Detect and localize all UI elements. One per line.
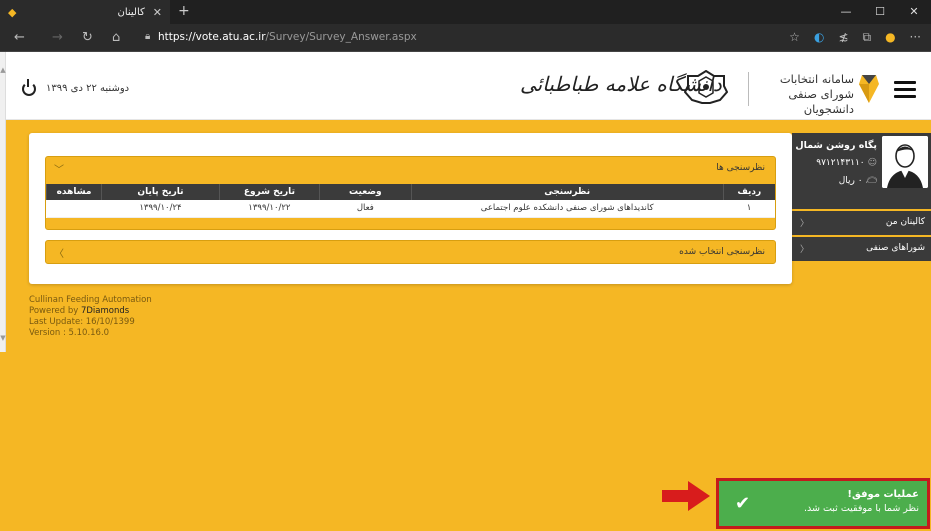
browser-toolbar: ☆ ◐ ≴ ⧉ ● ··· [789, 30, 921, 45]
favorites-icon[interactable]: ≴ [838, 30, 848, 45]
surveys-section: نظرسنجی ها ﹀ ردیف نظرسنجی وضعیت تاریخ شر… [45, 156, 776, 230]
sidebar-item-my-cullinan[interactable]: کالینان من 〈 [792, 211, 931, 235]
browser-tab-bar: ◆ کالینان ✕ + — ☐ ✕ [0, 0, 931, 24]
profile-name: پگاه روشن شمال [795, 140, 877, 151]
forward-icon[interactable]: → [52, 30, 63, 45]
university-logo-icon [684, 70, 728, 104]
system-title: سامانه انتخابات شورای صنفی دانشجویان [752, 72, 854, 117]
app-name: Cullinan Feeding Automation [29, 295, 152, 305]
collections-icon[interactable]: ⧉ [862, 30, 871, 45]
scroll-up-icon[interactable]: ▲ [0, 66, 6, 74]
star-icon[interactable]: ☆ [789, 30, 800, 45]
col-header-view: مشاهده [46, 184, 102, 200]
scroll-down-icon[interactable]: ▼ [0, 334, 6, 342]
extension-icon[interactable]: ◐ [814, 30, 824, 45]
col-header-status: وضعیت [318, 184, 412, 200]
app-version: Version : 5.10.16.0 [29, 328, 110, 338]
user-id-icon: ☺ [867, 158, 877, 168]
powered-by-prefix: Powered by [29, 306, 81, 316]
content-panel: نظرسنجی ها ﹀ ردیف نظرسنجی وضعیت تاریخ شر… [29, 133, 792, 284]
menu-hamburger-icon[interactable] [894, 81, 916, 102]
header-date: دوشنبه ۲۲ دی ۱۳۹۹ [46, 83, 130, 94]
powered-by-brand[interactable]: 7Diamonds [81, 306, 129, 316]
success-toast[interactable]: ✔ عملیات موفق! نظر شما با موفقیت ثبت شد. [716, 478, 930, 529]
user-profile-card: پگاه روشن شمال ☺۹۷۱۲۱۴۳۱۱۰ 👝︎۰ ریال [792, 133, 931, 209]
selected-survey-section[interactable]: نظرسنجی انتخاب شده 〈 [45, 240, 776, 264]
new-tab-icon[interactable]: + [178, 3, 190, 19]
last-update: Last Update: 16/10/1399 [29, 317, 135, 327]
chevron-left-icon: 〈 [800, 219, 810, 229]
site-favicon-icon: ◆ [8, 5, 17, 19]
lock-icon[interactable]: 🔒︎ [145, 31, 150, 42]
profile-code-value: ۹۷۱۲۱۴۳۱۱۰ [816, 158, 865, 168]
tab-title: کالینان [117, 6, 145, 18]
page-scrollbar[interactable] [0, 52, 6, 352]
avatar [882, 136, 928, 188]
wallet-icon: 👝︎ [865, 176, 877, 186]
col-header-end: تاریخ پایان [101, 184, 220, 200]
app-info: Cullinan Feeding Automation Powered by 7… [29, 295, 152, 339]
profile-code: ☺۹۷۱۲۱۴۳۱۱۰ [816, 158, 877, 168]
minimize-icon[interactable]: — [829, 0, 863, 24]
address-bar: ← → ↻ ⌂ 🔒︎ https://vote.atu.ac.ir/Survey… [0, 24, 931, 52]
profile-balance-value: ۰ ریال [838, 176, 863, 186]
url-host: https://vote.atu.ac.ir [158, 31, 266, 43]
check-icon: ✔ [735, 493, 751, 514]
home-icon[interactable]: ⌂ [112, 30, 120, 45]
system-title-line2: شورای صنفی دانشجویان [788, 87, 854, 116]
cell-start: ۱۳۹۹/۱۰/۲۲ [219, 200, 320, 218]
col-header-start: تاریخ شروع [218, 184, 320, 200]
cell-end: ۱۳۹۹/۱۰/۲۴ [101, 200, 220, 218]
close-window-icon[interactable]: ✕ [897, 0, 931, 24]
site-header: دوشنبه ۲۲ دی ۱۳۹۹ دانشگاه علامه طباطبائی… [0, 52, 931, 120]
table-header-row: ردیف نظرسنجی وضعیت تاریخ شروع تاریخ پایا… [46, 184, 775, 200]
tab-close-icon[interactable]: ✕ [153, 6, 162, 19]
col-header-row: ردیف [722, 184, 775, 200]
toast-message: نظر شما با موفقیت ثبت شد. [803, 503, 919, 514]
sidebar-item-label: کالینان من [885, 217, 925, 227]
chevron-left-icon: 〈 [800, 245, 810, 255]
sidebar-item-label: شوراهای صنفی [866, 243, 925, 253]
sidebar-item-councils[interactable]: شوراهای صنفی 〈 [792, 237, 931, 261]
table-row[interactable]: ۱ کاندیداهای شورای صنفی دانشکده علوم اجت… [46, 200, 775, 218]
cell-status: فعال [319, 200, 412, 218]
header-separator [748, 72, 749, 106]
browser-tab[interactable]: ◆ کالینان ✕ [0, 0, 170, 24]
profile-balance: 👝︎۰ ریال [839, 176, 877, 186]
system-title-line1: سامانه انتخابات [779, 72, 854, 86]
diamond-logo-icon [859, 75, 879, 103]
surveys-table: ردیف نظرسنجی وضعیت تاریخ شروع تاریخ پایا… [46, 184, 775, 218]
cell-view[interactable] [46, 200, 102, 218]
surveys-section-title: نظرسنجی ها [716, 163, 765, 173]
profile-extension-icon[interactable]: ● [885, 30, 895, 45]
window-controls: — ☐ ✕ [829, 0, 931, 24]
chevron-down-icon[interactable]: ﹀ [54, 161, 64, 176]
col-header-survey: نظرسنجی [410, 184, 724, 200]
cell-row: ۱ [723, 200, 775, 218]
back-icon[interactable]: ← [14, 30, 25, 45]
url-field[interactable]: https://vote.atu.ac.ir/Survey/Survey_Ans… [158, 31, 417, 43]
url-path: /Survey/Survey_Answer.aspx [265, 31, 417, 43]
cell-survey: کاندیداهای شورای صنفی دانشکده علوم اجتما… [411, 200, 724, 218]
refresh-icon[interactable]: ↻ [82, 30, 93, 45]
red-arrow-icon [662, 481, 710, 511]
more-icon[interactable]: ··· [910, 30, 921, 45]
toast-title: عملیات موفق! [847, 489, 919, 500]
maximize-icon[interactable]: ☐ [863, 0, 897, 24]
powered-by: Powered by 7Diamonds [29, 306, 152, 317]
logout-power-icon[interactable] [22, 79, 36, 96]
selected-section-title: نظرسنجی انتخاب شده [679, 247, 765, 257]
chevron-left-icon[interactable]: 〈 [54, 245, 64, 260]
